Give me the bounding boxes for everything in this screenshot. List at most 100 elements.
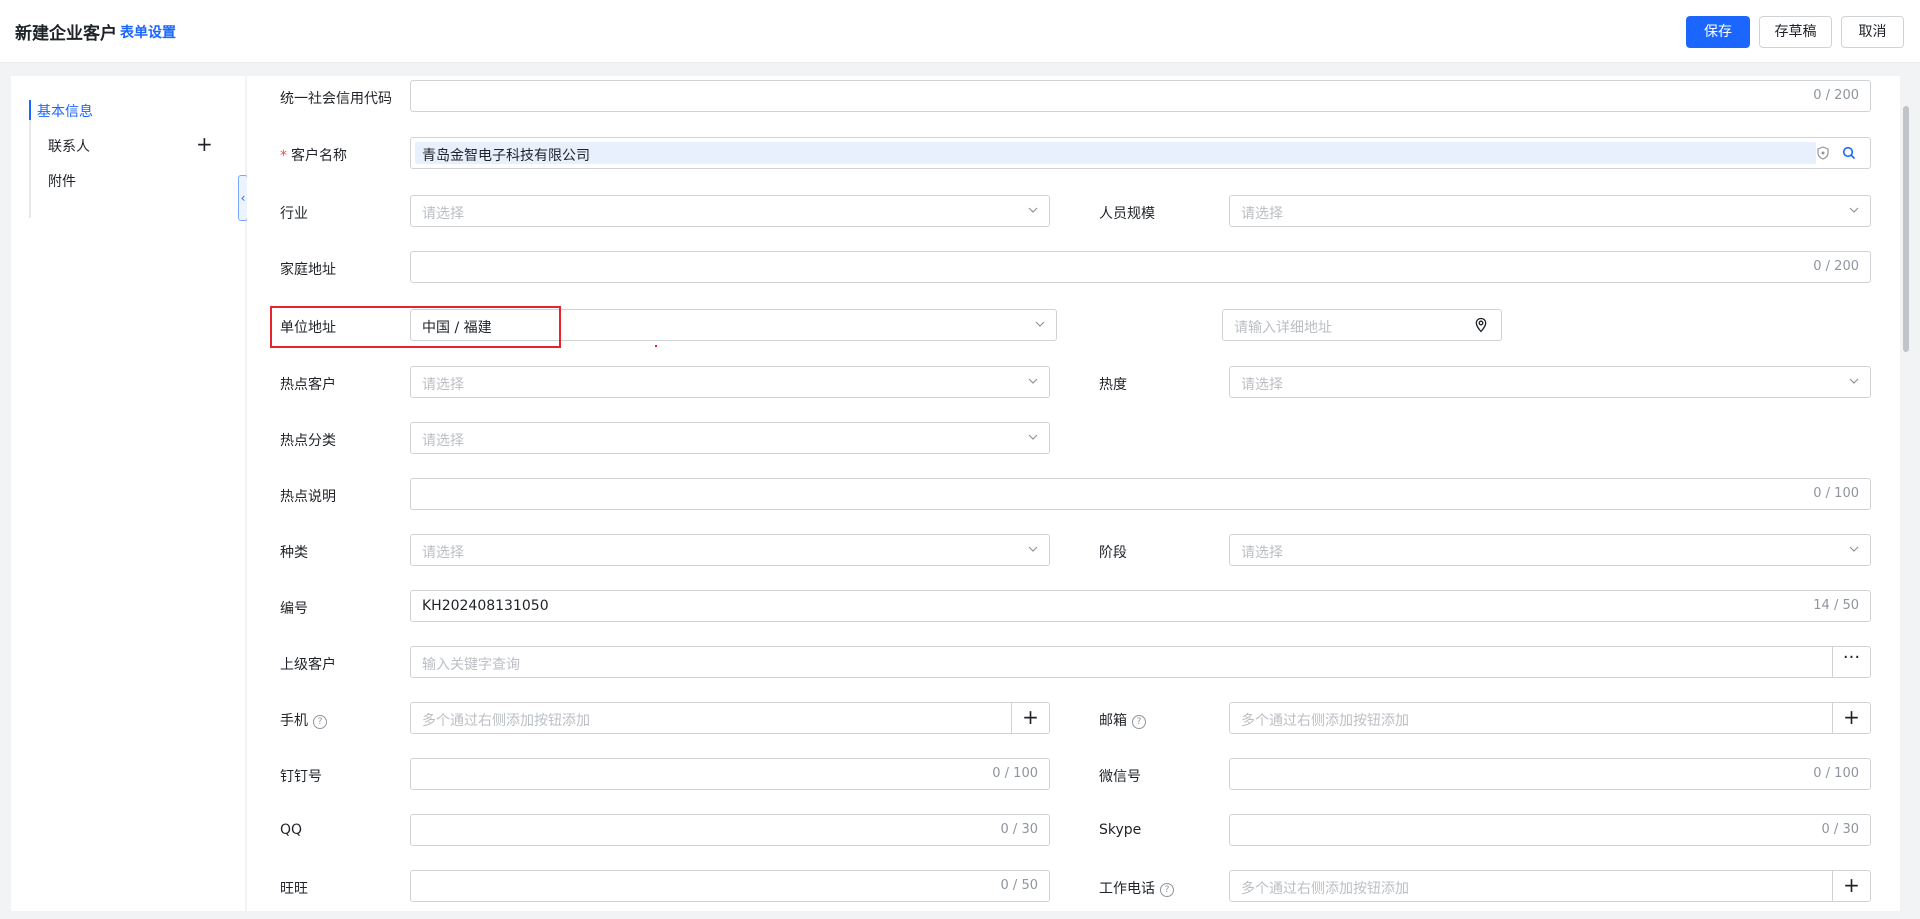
skype-input[interactable]: 0 / 30 (1229, 814, 1871, 846)
kind-placeholder: 请选择 (422, 545, 464, 561)
industry-placeholder: 请选择 (422, 206, 464, 222)
mobile-label: 手机? (280, 710, 327, 730)
add-email-button[interactable]: + (1832, 702, 1870, 734)
annotation-dot (655, 345, 657, 347)
row-work-address: 单位地址 中国 / 福建 请输入详细地址 (247, 309, 1900, 343)
work-address-detail-input[interactable]: 请输入详细地址 (1222, 309, 1502, 341)
row-qq: QQ 0 / 30 Skype 0 / 30 (247, 814, 1900, 848)
work-address-region-value: 中国 / 福建 (422, 320, 492, 336)
heat-placeholder: 请选择 (1241, 377, 1283, 393)
heat-label: 热度 (1099, 377, 1127, 393)
wangwang-input[interactable]: 0 / 50 (410, 870, 1050, 902)
search-icon[interactable] (1842, 146, 1856, 160)
nav-item-basic-info[interactable]: 基本信息 (37, 101, 93, 121)
work-phone-input[interactable]: 多个通过右侧添加按钮添加 + (1229, 870, 1871, 902)
save-draft-button[interactable]: 存草稿 (1759, 16, 1832, 48)
row-parent-customer: 上级客户 输入关键字查询 ··· (247, 646, 1900, 680)
stage-select[interactable]: 请选择 (1229, 534, 1871, 566)
qq-label: QQ (280, 822, 303, 838)
more-options-button[interactable]: ··· (1832, 646, 1870, 678)
row-hot-category: 热点分类 请选择 (247, 422, 1900, 456)
mobile-placeholder: 多个通过右侧添加按钮添加 (422, 713, 590, 729)
skype-label: Skype (1099, 822, 1142, 838)
add-work-phone-button[interactable]: + (1832, 870, 1870, 902)
wechat-input[interactable]: 0 / 100 (1229, 758, 1871, 790)
parent-customer-placeholder: 输入关键字查询 (422, 657, 520, 673)
hot-customer-placeholder: 请选择 (422, 377, 464, 393)
work-phone-label: 工作电话? (1099, 878, 1174, 898)
chevron-down-icon (1028, 434, 1038, 440)
hot-customer-select[interactable]: 请选择 (410, 366, 1050, 398)
chevron-down-icon (1028, 546, 1038, 552)
row-number: 编号 KH202408131050 14 / 50 (247, 590, 1900, 624)
row-home-address: 家庭地址 0 / 200 (247, 251, 1900, 285)
help-icon[interactable]: ? (313, 715, 327, 729)
mobile-input[interactable]: 多个通过右侧添加按钮添加 + (410, 702, 1050, 734)
cancel-button[interactable]: 取消 (1841, 16, 1904, 48)
work-address-label: 单位地址 (280, 320, 336, 336)
chevron-down-icon (1028, 207, 1038, 213)
add-contact-plus-icon[interactable]: + (196, 134, 213, 154)
row-dingtalk: 钉钉号 0 / 100 微信号 0 / 100 (247, 758, 1900, 792)
form-settings-link[interactable]: 表单设置 (120, 22, 176, 42)
shield-icon[interactable] (1816, 146, 1830, 160)
credit-code-label: 统一社会信用代码 (280, 91, 392, 107)
help-icon[interactable]: ? (1132, 715, 1146, 729)
wangwang-count: 0 / 50 (1000, 878, 1038, 893)
nav-item-contacts[interactable]: 联系人 (48, 136, 90, 156)
wangwang-label: 旺旺 (280, 881, 308, 897)
industry-label: 行业 (280, 206, 308, 222)
row-kind: 种类 请选择 阶段 请选择 (247, 534, 1900, 568)
credit-code-count: 0 / 200 (1813, 88, 1859, 103)
dingtalk-label: 钉钉号 (280, 769, 322, 785)
number-input[interactable]: KH202408131050 14 / 50 (410, 590, 1871, 622)
parent-customer-input[interactable]: 输入关键字查询 ··· (410, 646, 1871, 678)
hot-category-label: 热点分类 (280, 433, 336, 449)
hot-category-select[interactable]: 请选择 (410, 422, 1050, 454)
stage-label: 阶段 (1099, 545, 1127, 561)
chevron-down-icon (1849, 546, 1859, 552)
chevron-down-icon (1849, 207, 1859, 213)
save-button[interactable]: 保存 (1686, 16, 1750, 48)
kind-select[interactable]: 请选择 (410, 534, 1050, 566)
location-pin-icon[interactable] (1473, 317, 1489, 333)
help-icon[interactable]: ? (1160, 883, 1174, 897)
work-address-region-select[interactable]: 中国 / 福建 (410, 309, 1057, 341)
wechat-label: 微信号 (1099, 769, 1141, 785)
home-address-input[interactable]: 0 / 200 (410, 251, 1871, 283)
qq-input[interactable]: 0 / 30 (410, 814, 1050, 846)
skype-count: 0 / 30 (1821, 822, 1859, 837)
scrollbar-thumb[interactable] (1903, 106, 1909, 352)
stage-placeholder: 请选择 (1241, 545, 1283, 561)
page-header: 新建企业客户 表单设置 保存 存草稿 取消 (0, 0, 1920, 63)
form-panel: 统一社会信用代码 0 / 200 * 客户名称 青岛金智电子科技有限公司 行业 请… (247, 76, 1900, 911)
email-placeholder: 多个通过右侧添加按钮添加 (1241, 713, 1409, 729)
email-input[interactable]: 多个通过右侧添加按钮添加 + (1229, 702, 1871, 734)
customer-name-label-text: 客户名称 (291, 148, 347, 164)
row-wangwang: 旺旺 0 / 50 工作电话? 多个通过右侧添加按钮添加 + (247, 870, 1900, 904)
kind-label: 种类 (280, 545, 308, 561)
customer-name-input[interactable]: 青岛金智电子科技有限公司 (410, 137, 1871, 169)
work-phone-placeholder: 多个通过右侧添加按钮添加 (1241, 881, 1409, 897)
credit-code-input[interactable]: 0 / 200 (410, 80, 1871, 112)
nav-item-attachments[interactable]: 附件 (48, 171, 76, 191)
heat-select[interactable]: 请选择 (1229, 366, 1871, 398)
page-title: 新建企业客户 (15, 24, 117, 44)
dingtalk-input[interactable]: 0 / 100 (410, 758, 1050, 790)
staff-size-select[interactable]: 请选择 (1229, 195, 1871, 227)
number-count: 14 / 50 (1813, 598, 1859, 613)
vertical-scrollbar[interactable] (1903, 76, 1911, 911)
selection-highlight (415, 142, 1816, 164)
work-address-detail-placeholder: 请输入详细地址 (1234, 320, 1332, 336)
row-customer-name: * 客户名称 青岛金智电子科技有限公司 (247, 137, 1900, 171)
chevron-down-icon (1035, 321, 1045, 327)
industry-select[interactable]: 请选择 (410, 195, 1050, 227)
number-value: KH202408131050 (422, 598, 549, 614)
customer-name-label: * 客户名称 (280, 145, 347, 165)
hot-category-placeholder: 请选择 (422, 433, 464, 449)
hot-description-input[interactable]: 0 / 100 (410, 478, 1871, 510)
add-mobile-button[interactable]: + (1011, 702, 1049, 734)
email-label: 邮箱? (1099, 710, 1146, 730)
work-phone-label-text: 工作电话 (1099, 881, 1155, 897)
row-industry: 行业 请选择 人员规模 请选择 (247, 195, 1900, 229)
